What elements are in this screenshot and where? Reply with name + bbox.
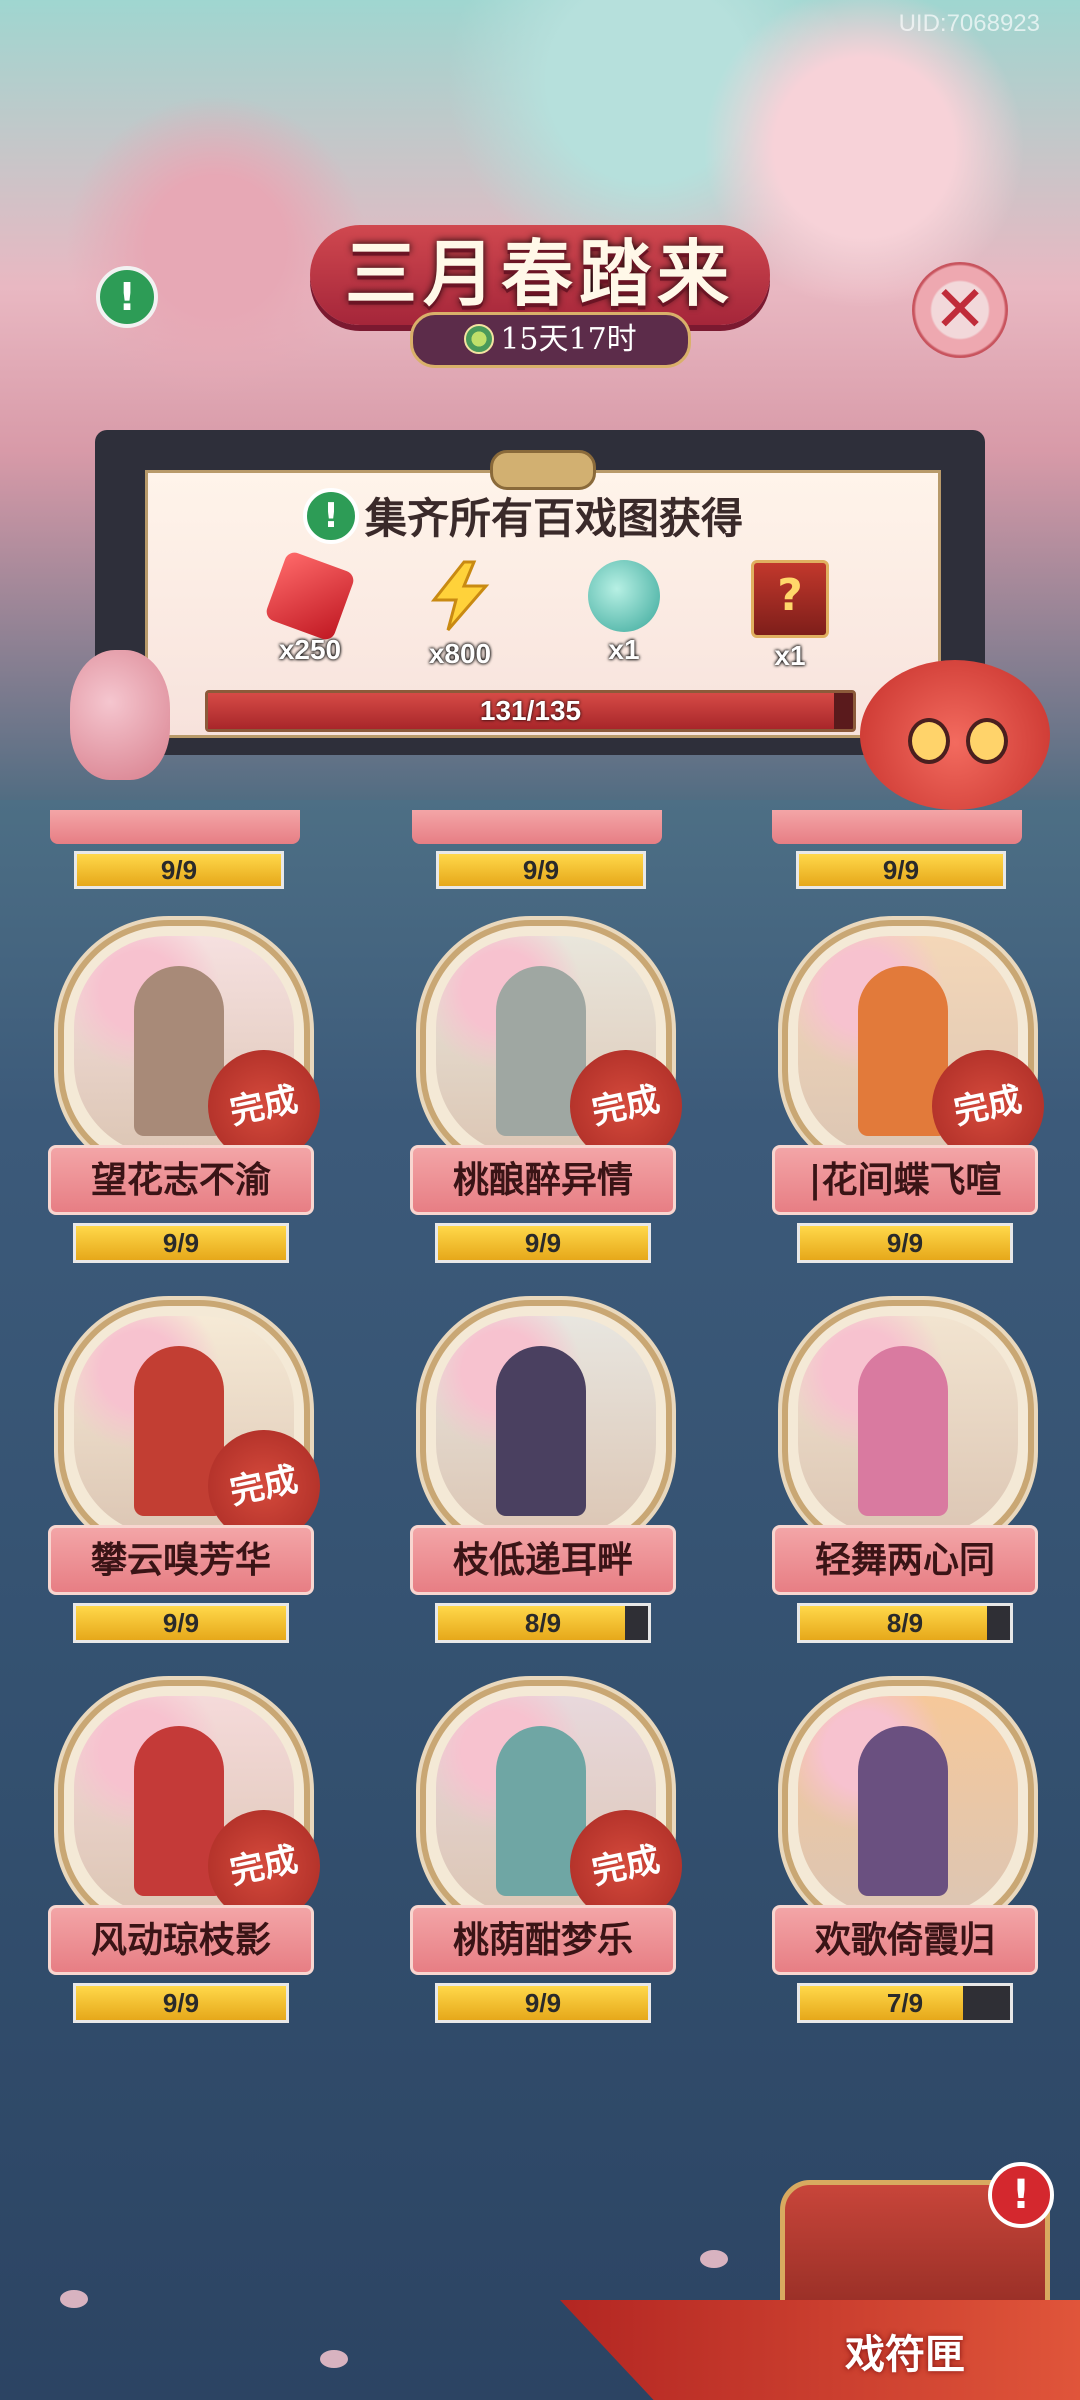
timer-text: 15天17时 [500,322,637,357]
card-progress-bar: 7/9 [797,1983,1013,2023]
card-progress-bar: 9/9 [435,1983,651,2023]
close-button[interactable]: ✕ [912,262,1008,358]
mystery-box-icon: ? [751,560,829,638]
card-title: 桃荫酣梦乐 [410,1905,676,1975]
progress-text: 8/9 [524,1608,562,1638]
story-card[interactable]: 完成 攀云嗅芳华 9/9 [48,1300,331,1650]
progress-text: 9/9 [522,855,560,885]
lightning-bolt-icon [430,560,490,631]
progress-text: 8/9 [886,1608,924,1638]
info-icon: ! [303,488,359,544]
progress-text: 131/135 [479,695,582,726]
card-title: 欢歌倚霞归 [772,1905,1038,1975]
petal-decoration [60,2290,88,2308]
story-card[interactable]: 完成 |花间蝶飞喧 9/9 [772,920,1055,1270]
uid-label: UID:7068923 [898,10,1040,37]
progress-text: 9/9 [524,1228,562,1258]
card-progress-bar: 9/9 [796,851,1006,889]
card-progress-bar: 9/9 [73,1223,289,1263]
character-figure [858,1726,948,1896]
card-title: 轻舞两心同 [772,1525,1038,1595]
petal-decoration [700,2250,728,2268]
progress-text: 9/9 [524,1988,562,2018]
card-title: |花间蝶飞喧 [772,1145,1038,1215]
reward-item[interactable]: x250 [250,549,370,670]
panel-title: 集齐所有百戏图获得 [365,494,744,543]
info-button[interactable]: ! [96,266,158,328]
card-progress-bar: 8/9 [797,1603,1013,1643]
reward-qty: x1 [774,640,806,671]
clock-icon [464,323,495,354]
progress-text: 9/9 [162,1228,200,1258]
card-progress-bar: 8/9 [435,1603,651,1643]
character-figure [858,1346,948,1516]
chest-label[interactable]: 戏符匣 [845,2322,965,2380]
card-progress-bar: 9/9 [797,1223,1013,1263]
red-gem-icon [263,549,357,643]
card-progress-bar: 9/9 [436,851,646,889]
card-title: 风动琼枝影 [48,1905,314,1975]
story-card[interactable]: 完成 望花志不渝 9/9 [48,920,331,1270]
card-label-partial [772,810,1022,844]
card-title: 枝低递耳畔 [410,1525,676,1595]
progress-text: 9/9 [162,1608,200,1638]
fox-eye [966,718,1008,764]
card-progress-bar: 9/9 [73,1983,289,2023]
progress-text: 9/9 [882,855,920,885]
collection-progress-bar: 131/135 [205,690,856,732]
card-progress-bar: 9/9 [74,851,284,889]
card-frame [420,1300,672,1552]
reward-qty: x250 [278,634,342,665]
panel-ornament [490,450,596,490]
reward-item[interactable]: x800 [400,560,520,670]
card-title: 望花志不渝 [48,1145,314,1215]
event-timer: 15天17时 [410,312,691,368]
wine-vase-decoration [70,650,170,780]
reward-qty: x800 [428,638,492,669]
card-progress-bar: 9/9 [435,1223,651,1263]
progress-text: 9/9 [886,1228,924,1258]
close-icon: ✕ [933,273,987,347]
card-title: 攀云嗅芳华 [48,1525,314,1595]
story-card[interactable]: 轻舞两心同 8/9 [772,1300,1038,1650]
fox-mascot [860,660,1050,810]
story-card[interactable]: 完成 桃荫酣梦乐 9/9 [410,1680,693,2030]
card-frame [782,1300,1034,1552]
card-progress-bar: 9/9 [73,1603,289,1643]
card-label-partial [50,810,300,844]
card-frame [782,1680,1034,1932]
character-figure [496,1346,586,1516]
reward-item[interactable]: x1 [564,560,684,670]
reward-qty: x1 [608,634,640,665]
story-card[interactable]: 欢歌倚霞归 7/9 [772,1680,1038,2030]
petal-decoration [320,2350,348,2368]
card-title: 桃酿醉异情 [410,1145,676,1215]
progress-text: 7/9 [886,1988,924,2018]
fox-eye [908,718,950,764]
alert-badge: ! [988,2162,1054,2228]
story-card[interactable]: 完成 桃酿醉异情 9/9 [410,920,693,1270]
story-card[interactable]: 完成 风动琼枝影 9/9 [48,1680,331,2030]
jade-pouch-icon [588,560,660,632]
progress-text: 9/9 [162,1988,200,2018]
progress-text: 9/9 [160,855,198,885]
card-label-partial [412,810,662,844]
reward-item[interactable]: ? x1 [730,560,850,671]
story-card[interactable]: 枝低递耳畔 8/9 [410,1300,676,1650]
